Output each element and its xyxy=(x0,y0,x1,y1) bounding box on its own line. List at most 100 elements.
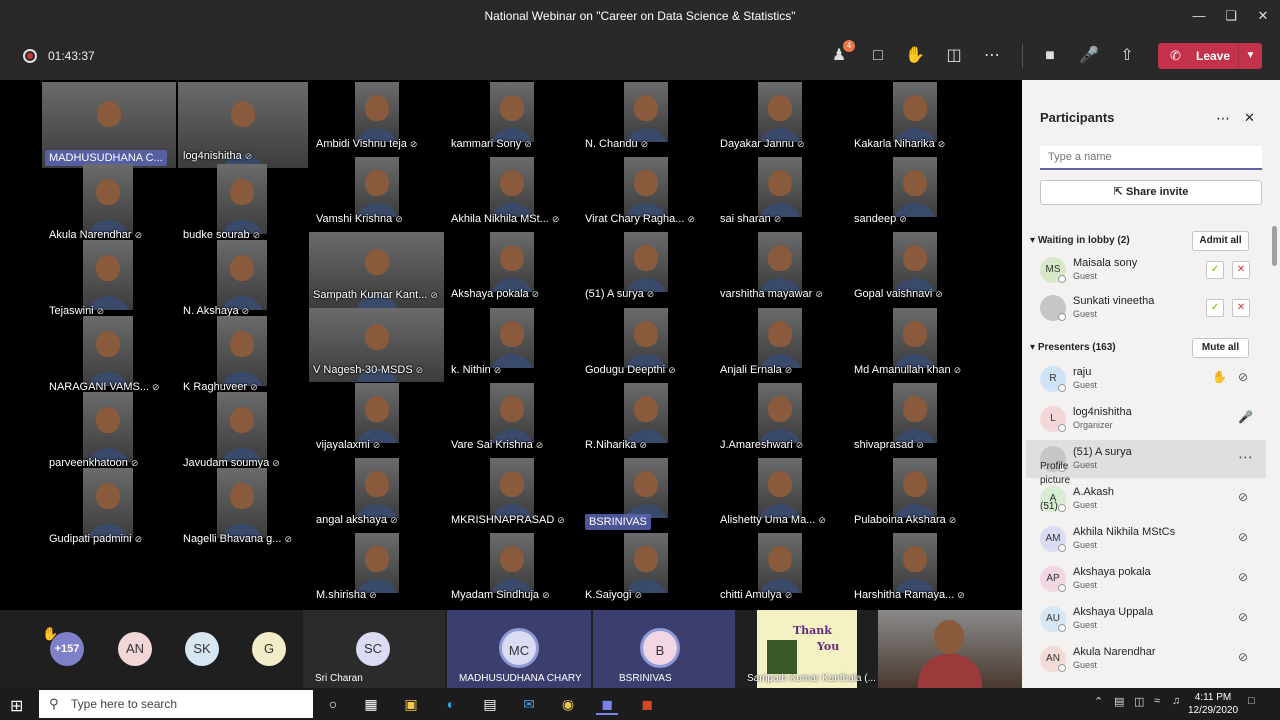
participant-video[interactable] xyxy=(624,533,668,593)
participant-video[interactable] xyxy=(878,610,1022,688)
more-actions-icon[interactable]: ⋯ xyxy=(980,44,1004,68)
participant-video[interactable] xyxy=(490,82,534,142)
teams-icon[interactable]: ◼ xyxy=(596,693,618,715)
avatar[interactable]: G xyxy=(252,632,286,666)
participant-video[interactable] xyxy=(624,383,668,443)
participant-video[interactable] xyxy=(83,164,133,234)
participant-video[interactable] xyxy=(624,458,668,518)
participant-video[interactable] xyxy=(624,82,668,142)
admit-all-button[interactable]: Admit all xyxy=(1192,231,1249,251)
chrome-icon[interactable]: ◉ xyxy=(557,693,579,715)
participant-video[interactable] xyxy=(624,308,668,368)
participant-video[interactable] xyxy=(758,458,802,518)
participant-video[interactable] xyxy=(758,308,802,368)
muted-mic-icon[interactable]: ⊘ xyxy=(1238,490,1248,504)
participant-video[interactable] xyxy=(893,458,937,518)
participant-video[interactable] xyxy=(758,232,802,292)
participant-video[interactable] xyxy=(490,308,534,368)
microphone-icon[interactable]: 🎤 xyxy=(1077,44,1101,68)
participant-video[interactable] xyxy=(83,240,133,310)
deny-icon[interactable]: ✕ xyxy=(1232,261,1250,279)
participant-video[interactable] xyxy=(217,468,267,538)
participant-row[interactable]: AM Akhila Nikhila MStCs Guest ⊘ xyxy=(1026,520,1266,558)
cortana-icon[interactable]: ○ xyxy=(322,693,344,715)
muted-mic-icon[interactable]: ⊘ xyxy=(1238,570,1248,584)
participants-icon[interactable]: ♟ 4 xyxy=(827,40,855,68)
participant-row[interactable]: Rraju Guest ✋ ⊘ xyxy=(1026,360,1266,398)
participant-video[interactable] xyxy=(355,82,399,142)
muted-mic-icon[interactable]: ⊘ xyxy=(1238,370,1248,384)
participant-row[interactable]: AU Akshaya Uppala Guest ⊘ xyxy=(1026,600,1266,638)
edge-icon[interactable]: ◐ xyxy=(440,693,462,715)
taskbar-search-input[interactable]: ⚲ Type here to search xyxy=(39,690,313,718)
participant-video[interactable] xyxy=(217,392,267,462)
participant-video[interactable] xyxy=(490,383,534,443)
thank-you-slide[interactable]: Thank You Sampath Kumar Kanthala (... xyxy=(747,610,876,688)
breakout-rooms-icon[interactable]: ◫ xyxy=(942,44,966,68)
windows-start-icon[interactable]: ⊞ xyxy=(10,696,23,716)
tray-app-icon[interactable]: ▤ xyxy=(1114,695,1124,708)
participant-row[interactable]: Sunkati vineetha Guest ✓ ✕ xyxy=(1026,289,1266,327)
tray-chevron-icon[interactable]: ⌃ xyxy=(1094,695,1103,708)
participant-video[interactable] xyxy=(83,392,133,462)
muted-mic-icon[interactable]: ⊘ xyxy=(1238,530,1248,544)
participant-video[interactable] xyxy=(490,458,534,518)
participant-tile[interactable]: B BSRINIVAS xyxy=(593,610,735,688)
participant-video[interactable] xyxy=(893,157,937,217)
participant-row[interactable]: AN Akula Narendhar Guest ⊘ xyxy=(1026,640,1266,678)
admit-icon[interactable]: ✓ xyxy=(1206,261,1224,279)
participant-video[interactable] xyxy=(355,157,399,217)
task-view-icon[interactable]: ▦ xyxy=(360,693,382,715)
maximize-icon[interactable]: ❏ xyxy=(1214,0,1248,32)
participant-search-input[interactable] xyxy=(1040,146,1262,170)
avatar[interactable]: AN xyxy=(118,632,152,666)
camera-icon[interactable]: ■ xyxy=(1038,44,1062,68)
muted-mic-icon[interactable]: ⊘ xyxy=(1238,610,1248,624)
share-invite-button[interactable]: ⇱ Share invite xyxy=(1040,180,1262,205)
participant-video[interactable] xyxy=(758,533,802,593)
panel-scrollbar[interactable] xyxy=(1272,226,1277,266)
minimize-icon[interactable]: — xyxy=(1182,0,1216,32)
presenters-header[interactable]: ▾ Presenters (163) xyxy=(1030,342,1116,353)
lobby-header[interactable]: ▾ Waiting in lobby (2) xyxy=(1030,235,1130,246)
notifications-icon[interactable]: □ xyxy=(1248,695,1255,707)
participant-video[interactable] xyxy=(355,533,399,593)
raise-hand-icon[interactable]: ✋ xyxy=(903,44,927,68)
participant-video[interactable] xyxy=(624,157,668,217)
participant-video[interactable] xyxy=(217,316,267,386)
participant-row[interactable]: Llog4nishitha Organizer 🎤 xyxy=(1026,400,1266,438)
participant-video[interactable] xyxy=(217,164,267,234)
mic-on-icon[interactable]: 🎤 xyxy=(1238,410,1253,424)
participant-row[interactable]: MS Maisala sony Guest ✓ ✕ xyxy=(1026,251,1266,289)
volume-icon[interactable]: ♫ xyxy=(1172,695,1180,707)
participant-video[interactable] xyxy=(355,458,399,518)
mute-all-button[interactable]: Mute all xyxy=(1192,338,1249,358)
participant-video[interactable] xyxy=(83,468,133,538)
deny-icon[interactable]: ✕ xyxy=(1232,299,1250,317)
share-screen-icon[interactable]: ⇧ xyxy=(1115,44,1139,68)
avatar[interactable]: SK xyxy=(185,632,219,666)
participant-video[interactable] xyxy=(624,232,668,292)
participant-tile[interactable]: SC Sri Charan xyxy=(303,610,445,688)
more-options-icon[interactable]: ⋯ xyxy=(1238,448,1253,466)
participant-video[interactable] xyxy=(758,82,802,142)
participant-video[interactable] xyxy=(758,157,802,217)
participant-tile[interactable]: MC MADHUSUDHANA CHARY xyxy=(447,610,591,688)
mail-icon[interactable]: ✉ xyxy=(518,693,540,715)
participant-video[interactable] xyxy=(893,82,937,142)
chat-icon[interactable]: □ xyxy=(866,44,890,68)
taskbar-clock[interactable]: 4:11 PM 12/29/2020 xyxy=(1188,691,1238,717)
leave-dropdown-icon[interactable]: ▼ xyxy=(1238,43,1262,69)
panel-close-icon[interactable]: ✕ xyxy=(1244,110,1255,126)
participant-video[interactable] xyxy=(893,533,937,593)
participant-video[interactable] xyxy=(893,308,937,368)
participant-row[interactable]: AP Akshaya pokala Guest ⊘ xyxy=(1026,560,1266,598)
participant-video[interactable] xyxy=(490,157,534,217)
participant-video[interactable] xyxy=(83,316,133,386)
panel-more-icon[interactable]: ⋯ xyxy=(1216,110,1230,127)
store-icon[interactable]: ▤ xyxy=(479,693,501,715)
muted-mic-icon[interactable]: ⊘ xyxy=(1238,650,1248,664)
battery-icon[interactable]: ◫ xyxy=(1134,695,1144,708)
admit-icon[interactable]: ✓ xyxy=(1206,299,1224,317)
participant-video[interactable] xyxy=(490,232,534,292)
